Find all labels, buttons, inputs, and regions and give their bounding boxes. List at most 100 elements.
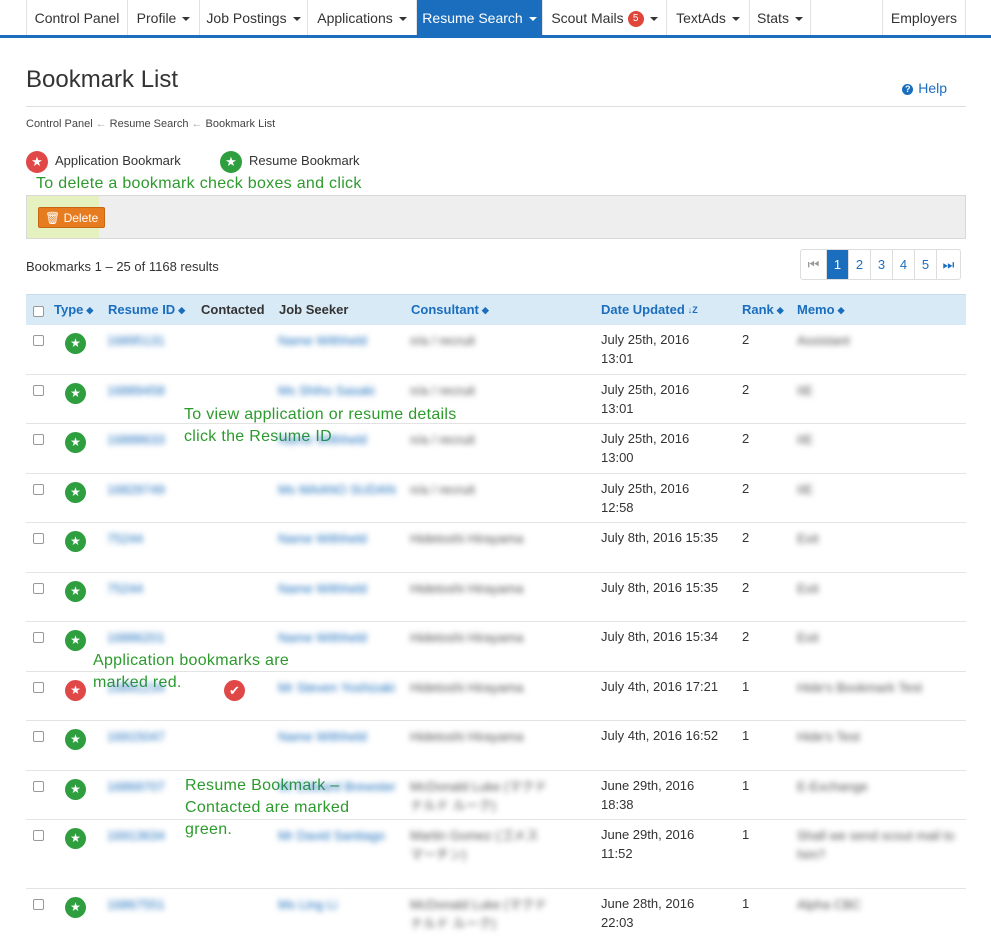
rank-cell: 2: [742, 382, 750, 397]
resume-id-link[interactable]: 16867551: [107, 895, 165, 914]
nav-control-panel[interactable]: Control Panel: [26, 0, 127, 35]
job-seeker-link[interactable]: Mr Edward Brewster: [278, 777, 402, 796]
row-checkbox[interactable]: [33, 533, 44, 544]
star-icon[interactable]: ★: [65, 680, 86, 701]
header-type[interactable]: Type ◆: [54, 295, 93, 325]
row-checkbox[interactable]: [33, 484, 44, 495]
star-icon[interactable]: ★: [65, 828, 86, 849]
nav-resume-search[interactable]: Resume Search: [416, 0, 542, 35]
top-nav: Control Panel Profile Job Postings Appli…: [0, 0, 991, 38]
date-updated-cell: July 25th, 2016: [601, 382, 690, 397]
job-seeker-link[interactable]: Ms Ling Li: [278, 895, 402, 914]
job-seeker-link[interactable]: Mr Steven Yoshizaki: [278, 678, 402, 697]
star-icon[interactable]: ★: [65, 779, 86, 800]
sort-desc-icon: ↓Z: [687, 305, 698, 315]
consultant-cell: Hidetoshi Hirayama: [410, 680, 524, 695]
resume-id-link[interactable]: 16889458: [107, 381, 165, 400]
header-consultant[interactable]: Consultant ◆: [411, 295, 489, 325]
resume-id-link[interactable]: 16915047: [107, 727, 165, 746]
select-all-checkbox[interactable]: [33, 306, 44, 317]
first-page-icon[interactable]: ⏮: [801, 250, 826, 279]
scout-mails-badge: 5: [627, 11, 644, 28]
header-resume-id[interactable]: Resume ID ◆: [108, 295, 185, 325]
job-seeker-link[interactable]: Name Withheld: [278, 430, 402, 449]
date-updated-time: 12:58: [601, 500, 634, 515]
star-icon[interactable]: ★: [65, 482, 86, 503]
rank-cell: 2: [742, 580, 750, 595]
row-checkbox[interactable]: [33, 781, 44, 792]
date-updated-time: 11:52: [601, 846, 633, 861]
nav-textads[interactable]: TextAds: [666, 0, 749, 35]
chevron-down-icon: [182, 17, 191, 22]
resume-id-link[interactable]: 75244: [107, 579, 143, 598]
row-checkbox[interactable]: [33, 335, 44, 346]
resume-id-link[interactable]: 16829749: [107, 480, 165, 499]
page-link-3[interactable]: 3: [870, 250, 892, 279]
nav-scout-mails[interactable]: Scout Mails 5: [542, 0, 666, 35]
last-page-icon[interactable]: ⏭: [936, 250, 960, 279]
resume-id-link[interactable]: 16913634: [107, 826, 165, 845]
job-seeker-link[interactable]: Name Withheld: [278, 628, 402, 647]
row-checkbox[interactable]: [33, 899, 44, 910]
job-seeker-link[interactable]: Ms Shiho Sasaki: [278, 381, 402, 400]
star-icon[interactable]: ★: [65, 333, 86, 354]
consultant-cell: McDonald Luke (マクドナルド ルーク): [410, 779, 548, 813]
breadcrumb-control-panel[interactable]: Control Panel: [26, 118, 93, 130]
row-checkbox[interactable]: [33, 830, 44, 841]
date-updated-cell: July 8th, 2016 15:35: [601, 530, 719, 545]
nav-applications[interactable]: Applications: [307, 0, 416, 35]
row-checkbox[interactable]: [33, 583, 44, 594]
resume-id-link[interactable]: 16891234: [107, 678, 165, 697]
row-checkbox[interactable]: [33, 632, 44, 643]
page-link-5[interactable]: 5: [914, 250, 936, 279]
star-icon[interactable]: ★: [65, 630, 86, 651]
consultant-cell: Hidetoshi Hirayama: [410, 630, 524, 645]
nav-stats[interactable]: Stats: [749, 0, 811, 35]
resume-id-link[interactable]: 16895131: [107, 331, 165, 350]
breadcrumb: Control Panel ← Resume Search ← Bookmark Lis…: [26, 118, 275, 130]
job-seeker-link[interactable]: Name Withheld: [278, 529, 402, 548]
delete-button[interactable]: 🗑 Delete: [38, 207, 106, 228]
star-icon[interactable]: ★: [65, 897, 86, 918]
job-seeker-link[interactable]: Name Withheld: [278, 579, 402, 598]
chevron-down-icon: [731, 17, 740, 22]
star-icon: ★: [26, 150, 48, 173]
page-link-2[interactable]: 2: [848, 250, 870, 279]
trash-icon: 🗑: [45, 211, 64, 225]
consultant-cell: Hidetoshi Hirayama: [410, 729, 524, 744]
row-checkbox[interactable]: [33, 682, 44, 693]
star-icon[interactable]: ★: [65, 729, 86, 750]
header-job-seeker: Job Seeker: [279, 302, 349, 317]
row-checkbox[interactable]: [33, 434, 44, 445]
nav-profile[interactable]: Profile: [127, 0, 199, 35]
nav-employers[interactable]: Employers: [882, 0, 966, 35]
header-rank[interactable]: Rank ◆: [742, 295, 784, 325]
resume-id-link[interactable]: 16888633: [107, 430, 165, 449]
star-icon[interactable]: ★: [65, 531, 86, 552]
header-memo[interactable]: Memo ◆: [797, 295, 844, 325]
date-updated-cell: July 25th, 2016: [601, 481, 690, 496]
row-checkbox[interactable]: [33, 385, 44, 396]
job-seeker-link[interactable]: Name Withheld: [278, 727, 402, 746]
nav-job-postings[interactable]: Job Postings: [199, 0, 307, 35]
job-seeker-link[interactable]: Name Withheld: [278, 331, 402, 350]
row-checkbox[interactable]: [33, 731, 44, 742]
job-seeker-link[interactable]: Ms MAANO SUDAN: [278, 480, 402, 499]
header-date-updated[interactable]: Date Updated ↓Z: [601, 295, 698, 325]
job-seeker-link[interactable]: Mr David Santiago: [278, 826, 402, 845]
page-link-4[interactable]: 4: [892, 250, 914, 279]
resume-id-link[interactable]: 16869707: [107, 777, 165, 796]
help-link[interactable]: ? Help: [902, 80, 947, 96]
date-updated-cell: July 4th, 2016 17:21: [601, 679, 719, 694]
breadcrumb-resume-search[interactable]: Resume Search: [110, 118, 189, 130]
star-icon[interactable]: ★: [65, 432, 86, 453]
memo-cell: IIE: [797, 383, 813, 398]
star-icon[interactable]: ★: [65, 581, 86, 602]
resume-id-link[interactable]: 75244: [107, 529, 143, 548]
page-link-1[interactable]: 1: [826, 250, 848, 279]
date-updated-cell: June 29th, 2016: [601, 778, 695, 793]
star-icon[interactable]: ★: [65, 383, 86, 404]
resume-id-link[interactable]: 16886201: [107, 628, 165, 647]
memo-cell: Shall we send scout mail to him?: [797, 828, 955, 862]
legend-resume: ★ Resume Bookmark: [220, 150, 360, 173]
